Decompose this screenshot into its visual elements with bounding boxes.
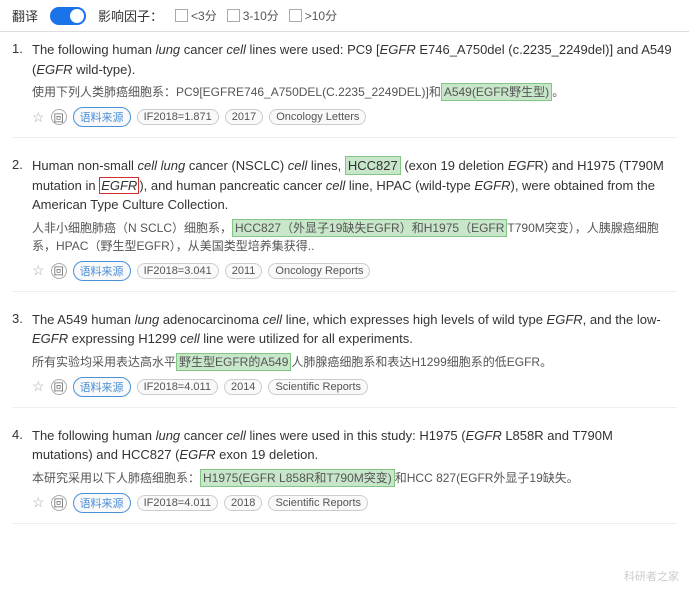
result-item-2: 2. Human non-small cell lung cancer (NSC… bbox=[12, 156, 677, 292]
result-cn-3: 所有实验均采用表达高水平野生型EGFR的A549人肺腺癌细胞系和表达H1299细… bbox=[32, 353, 677, 371]
top-bar: 翻译 影响因子： <3分 3-10分 >10分 bbox=[0, 0, 689, 32]
factor-label: 影响因子： bbox=[98, 6, 163, 25]
result-number-3: 3. bbox=[12, 311, 23, 326]
keyword-cell-2: cell bbox=[288, 158, 308, 173]
result-item-1: 1. The following human lung cancer cell … bbox=[12, 40, 677, 138]
star-button-3[interactable]: ☆ bbox=[32, 378, 45, 395]
result-meta-4: ☆ 回 语料来源 IF2018=4.011 2018 Scientific Re… bbox=[32, 493, 677, 513]
tag-journal-2: Oncology Reports bbox=[268, 263, 370, 279]
en-highlight-hcc827: HCC827 bbox=[345, 156, 401, 175]
filter-3to10[interactable]: 3-10分 bbox=[227, 7, 279, 24]
cn-highlight-1: A549(EGFR野生型) bbox=[441, 83, 552, 101]
keyword-egfr-1b: EGFR bbox=[36, 62, 72, 77]
tag-if-1: IF2018=1.871 bbox=[137, 109, 219, 125]
tag-year-4: 2018 bbox=[224, 495, 262, 511]
tag-if-3: IF2018=4.011 bbox=[137, 379, 218, 395]
keyword-lung-3: lung bbox=[135, 312, 160, 327]
filter-more10-label: >10分 bbox=[305, 7, 337, 24]
tag-if-4: IF2018=4.011 bbox=[137, 495, 218, 511]
result-number-1: 1. bbox=[12, 41, 23, 56]
result-cn-2: 人非小细胞肺癌（N SCLC）细胞系，HCC827（外显子19缺失EGFR）和H… bbox=[32, 219, 677, 255]
result-item-4: 4. The following human lung cancer cell … bbox=[12, 426, 677, 524]
star-button-1[interactable]: ☆ bbox=[32, 109, 45, 126]
result-meta-3: ☆ 回 语料来源 IF2018=4.011 2014 Scientific Re… bbox=[32, 377, 677, 397]
keyword-lung-4: lung bbox=[156, 428, 181, 443]
round-icon-2[interactable]: 回 bbox=[51, 263, 67, 279]
filter-less3-label: <3分 bbox=[191, 7, 217, 24]
result-meta-2: ☆ 回 语料来源 IF2018=3.041 2011 Oncology Repo… bbox=[32, 261, 677, 281]
star-button-4[interactable]: ☆ bbox=[32, 494, 45, 511]
filter-options: <3分 3-10分 >10分 bbox=[175, 7, 337, 24]
keyword-cell-1: cell bbox=[226, 42, 246, 57]
tag-journal-4: Scientific Reports bbox=[268, 495, 368, 511]
cn-highlight-2: HCC827（外显子19缺失EGFR）和H1975（EGFR bbox=[232, 219, 507, 237]
translate-label: 翻译 bbox=[12, 6, 38, 25]
tag-source-4[interactable]: 语料来源 bbox=[73, 493, 131, 513]
result-number-4: 4. bbox=[12, 427, 23, 442]
result-meta-1: ☆ 回 语料来源 IF2018=1.871 2017 Oncology Lett… bbox=[32, 107, 677, 127]
tag-journal-1: Oncology Letters bbox=[269, 109, 366, 125]
star-button-2[interactable]: ☆ bbox=[32, 262, 45, 279]
keyword-cell-3b: cell bbox=[180, 331, 200, 346]
keyword-egfr-3b: EGFR bbox=[32, 331, 68, 346]
round-icon-4[interactable]: 回 bbox=[51, 495, 67, 511]
filter-less3[interactable]: <3分 bbox=[175, 7, 217, 24]
tag-if-2: IF2018=3.041 bbox=[137, 263, 219, 279]
result-en-4: The following human lung cancer cell lin… bbox=[32, 426, 677, 465]
keyword-egfr-2b: EGFR bbox=[99, 177, 139, 194]
keyword-egfr-2a: EGF bbox=[508, 158, 535, 173]
keyword-cell-3: cell bbox=[263, 312, 283, 327]
keyword-cell-2b: cell bbox=[326, 178, 346, 193]
keyword-egfr-2c: EGFR bbox=[474, 178, 510, 193]
tag-year-2: 2011 bbox=[225, 263, 263, 279]
tag-source-2[interactable]: 语料来源 bbox=[73, 261, 131, 281]
tag-year-3: 2014 bbox=[224, 379, 262, 395]
filter-less3-checkbox[interactable] bbox=[175, 9, 188, 22]
watermark: 科研者之家 bbox=[624, 568, 679, 584]
filter-3to10-checkbox[interactable] bbox=[227, 9, 240, 22]
keyword-egfr-4a: EGFR bbox=[466, 428, 502, 443]
keyword-egfr-4b: EGFR bbox=[179, 447, 215, 462]
translate-toggle[interactable] bbox=[50, 7, 86, 25]
result-en-2: Human non-small cell lung cancer (NSCLC)… bbox=[32, 156, 677, 215]
keyword-egfr-3a: EGFR bbox=[547, 312, 583, 327]
result-cn-1: 使用下列人类肺癌细胞系：PC9[EGFRE746_A750DEL(C.2235_… bbox=[32, 83, 677, 101]
tag-journal-3: Scientific Reports bbox=[268, 379, 368, 395]
result-en-3: The A549 human lung adenocarcinoma cell … bbox=[32, 310, 677, 349]
result-cn-4: 本研究采用以下人肺癌细胞系：H1975(EGFR L858R和T790M突变)和… bbox=[32, 469, 677, 487]
keyword-lung-1: lung bbox=[156, 42, 181, 57]
filter-more10[interactable]: >10分 bbox=[289, 7, 337, 24]
keyword-egfr-1a: EGFR bbox=[380, 42, 416, 57]
result-en-1: The following human lung cancer cell lin… bbox=[32, 40, 677, 79]
main-content: 1. The following human lung cancer cell … bbox=[0, 32, 689, 550]
cn-highlight-3: 野生型EGFR的A549 bbox=[176, 353, 291, 371]
tag-source-1[interactable]: 语料来源 bbox=[73, 107, 131, 127]
keyword-cell-lung-2: cell lung bbox=[138, 158, 186, 173]
filter-3to10-label: 3-10分 bbox=[243, 7, 279, 24]
result-item-3: 3. The A549 human lung adenocarcinoma ce… bbox=[12, 310, 677, 408]
keyword-cell-4: cell bbox=[226, 428, 246, 443]
tag-source-3[interactable]: 语料来源 bbox=[73, 377, 131, 397]
result-number-2: 2. bbox=[12, 157, 23, 172]
round-icon-3[interactable]: 回 bbox=[51, 379, 67, 395]
cn-highlight-4: H1975(EGFR L858R和T790M突变) bbox=[200, 469, 395, 487]
round-icon-1[interactable]: 回 bbox=[51, 109, 67, 125]
tag-year-1: 2017 bbox=[225, 109, 263, 125]
filter-more10-checkbox[interactable] bbox=[289, 9, 302, 22]
